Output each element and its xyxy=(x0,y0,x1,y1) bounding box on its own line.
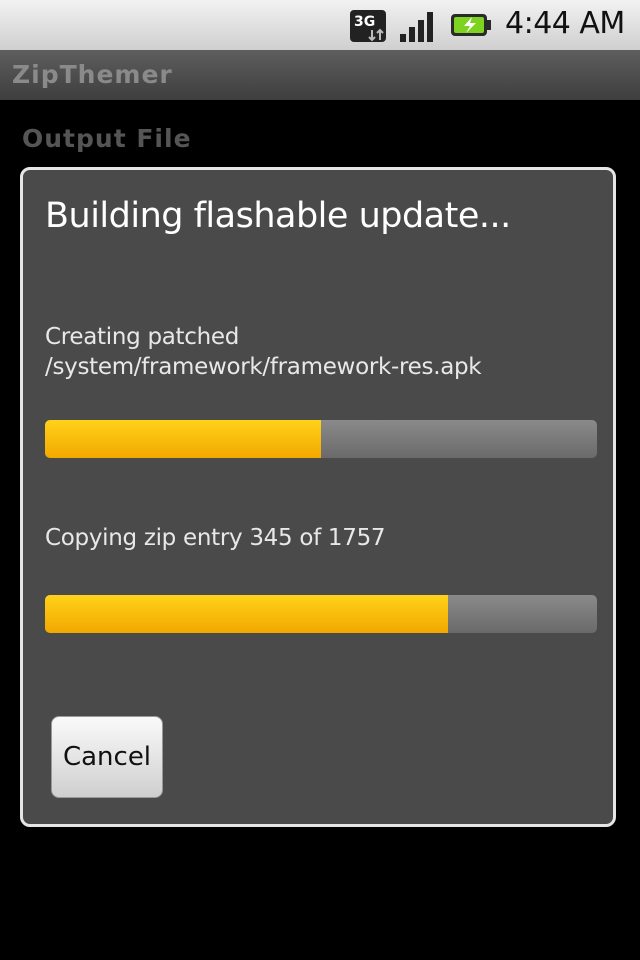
3g-data-icon: 3G xyxy=(350,10,386,42)
dialog-title: Building flashable update... xyxy=(45,196,511,236)
status-bar: 3G 4:44 AM xyxy=(0,0,640,50)
output-file-label: Output File xyxy=(22,124,192,153)
entry-progress-fill xyxy=(45,595,448,633)
app-title: ZipThemer xyxy=(12,60,173,89)
step-message: Creating patched /system/framework/frame… xyxy=(45,324,482,380)
signal-icon xyxy=(400,12,433,42)
entry-progress-bar xyxy=(45,595,597,633)
app-title-bar: ZipThemer xyxy=(0,50,640,100)
status-time: 4:44 AM xyxy=(505,6,625,41)
cancel-button[interactable]: Cancel xyxy=(51,716,163,798)
svg-text:3G: 3G xyxy=(354,14,375,30)
progress-dialog: Building flashable update... Creating pa… xyxy=(20,167,616,827)
entry-message: Copying zip entry 345 of 1757 xyxy=(45,525,386,551)
battery-charging-icon xyxy=(451,14,491,36)
step-progress-fill xyxy=(45,420,321,458)
step-progress-bar xyxy=(45,420,597,458)
